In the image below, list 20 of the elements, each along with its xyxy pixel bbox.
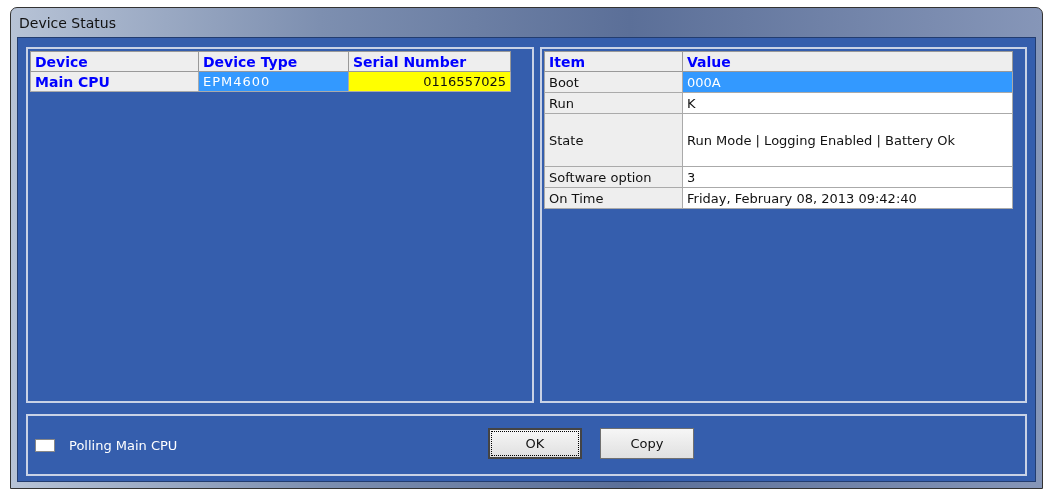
table-cell: Main CPU xyxy=(30,71,199,92)
ok-button[interactable]: OK xyxy=(488,428,582,459)
table-cell[interactable]: Friday, February 08, 2013 09:42:40 xyxy=(682,187,1013,209)
table-cell: On Time xyxy=(544,187,683,209)
table-cell: Boot xyxy=(544,71,683,93)
column-header[interactable]: Device Type xyxy=(198,51,349,72)
indicator-icon xyxy=(35,438,55,452)
window-title: Device Status xyxy=(19,14,116,31)
polling-label: Polling Main CPU xyxy=(69,437,178,453)
copy-button[interactable]: Copy xyxy=(600,428,694,459)
table-cell: Run xyxy=(544,92,683,114)
table-cell[interactable]: 3 xyxy=(682,166,1013,188)
column-header[interactable]: Item xyxy=(544,51,683,72)
table-cell: Software option xyxy=(544,166,683,188)
column-header[interactable]: Serial Number xyxy=(348,51,511,72)
table-cell[interactable]: K xyxy=(682,92,1013,114)
table-cell: State xyxy=(544,113,683,167)
column-header[interactable]: Device xyxy=(30,51,199,72)
table-cell[interactable]: Run Mode | Logging Enabled | Battery Ok xyxy=(682,113,1013,167)
column-header[interactable]: Value xyxy=(682,51,1013,72)
